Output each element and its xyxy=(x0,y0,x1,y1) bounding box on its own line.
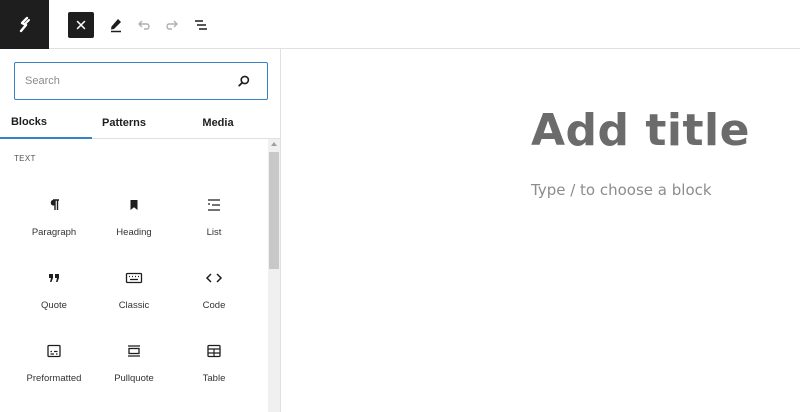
block-label: Code xyxy=(202,300,226,311)
block-label: Table xyxy=(202,373,226,384)
tab-label: Blocks xyxy=(10,116,48,128)
editor-app: Blocks Patterns Media TEXT Paragraph xyxy=(0,0,800,412)
top-toolbar xyxy=(0,0,800,49)
site-logo-icon[interactable] xyxy=(0,0,49,49)
block-paragraph[interactable]: Paragraph xyxy=(14,189,94,249)
block-appender-hint[interactable]: Type / to choose a block xyxy=(531,181,712,199)
undo-button[interactable] xyxy=(132,13,156,37)
block-heading[interactable]: Heading xyxy=(94,189,174,249)
block-label: Paragraph xyxy=(31,227,77,238)
redo-icon xyxy=(166,20,178,30)
list-icon xyxy=(204,195,224,215)
block-quote[interactable]: Quote xyxy=(14,262,94,322)
search-icon[interactable] xyxy=(237,74,251,88)
list-view-button[interactable] xyxy=(189,13,213,37)
preformatted-icon xyxy=(44,341,64,361)
block-label: List xyxy=(206,227,222,238)
block-label: Heading xyxy=(116,227,152,238)
tools-button[interactable] xyxy=(104,13,128,37)
tab-media[interactable]: Media xyxy=(186,107,250,139)
post-title-input[interactable]: Add title xyxy=(531,105,750,156)
code-icon xyxy=(204,268,224,288)
block-label: Preformatted xyxy=(26,373,82,384)
tab-label: Media xyxy=(202,117,234,129)
block-classic[interactable]: Classic xyxy=(94,262,174,322)
block-list[interactable]: List xyxy=(174,189,254,249)
pullquote-icon xyxy=(124,341,144,361)
block-pullquote[interactable]: Pullquote xyxy=(94,335,174,395)
scroll-up-arrow-icon[interactable] xyxy=(271,142,277,146)
paragraph-icon xyxy=(44,195,64,215)
undo-icon xyxy=(138,20,150,30)
tab-blocks[interactable]: Blocks xyxy=(0,107,92,139)
scrollbar-thumb[interactable] xyxy=(269,152,279,269)
heading-icon xyxy=(124,195,144,215)
block-table[interactable]: Table xyxy=(174,335,254,395)
block-preformatted[interactable]: Preformatted xyxy=(14,335,94,395)
block-code[interactable]: Code xyxy=(174,262,254,322)
quote-icon xyxy=(44,268,64,288)
tab-label: Patterns xyxy=(101,117,147,129)
block-label: Quote xyxy=(41,300,67,311)
search-box xyxy=(14,62,268,100)
block-inserter-panel: Blocks Patterns Media TEXT Paragraph xyxy=(0,49,281,412)
editor-canvas[interactable]: Add title Type / to choose a block xyxy=(281,49,800,412)
block-label: Classic xyxy=(118,300,150,311)
redo-button[interactable] xyxy=(160,13,184,37)
search-input[interactable] xyxy=(25,71,225,91)
inserter-tabs: Blocks Patterns Media xyxy=(0,107,280,139)
classic-icon xyxy=(124,268,144,288)
close-icon xyxy=(76,20,86,30)
close-button[interactable] xyxy=(68,12,94,38)
pencil-icon xyxy=(111,19,121,33)
block-label: Pullquote xyxy=(114,373,154,384)
section-title: TEXT xyxy=(14,154,36,163)
tab-patterns[interactable]: Patterns xyxy=(92,107,156,139)
list-view-icon xyxy=(195,20,207,30)
table-icon xyxy=(204,341,224,361)
